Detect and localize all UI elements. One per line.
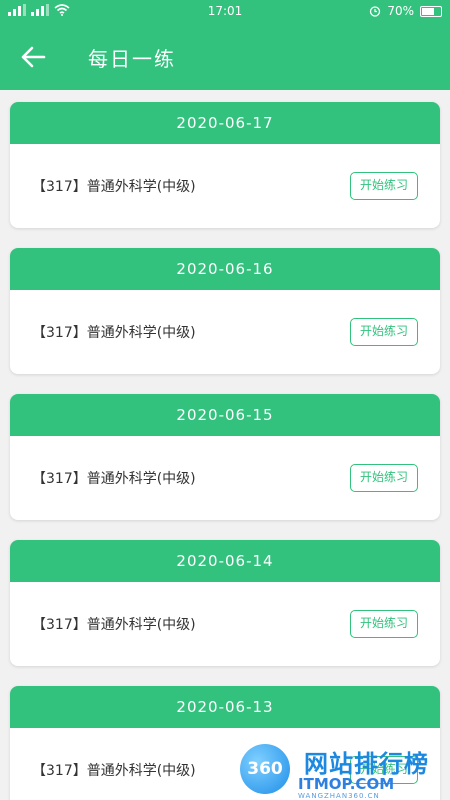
start-practice-button[interactable]: 开始练习 [350, 172, 418, 200]
card-date: 2020-06-16 [10, 248, 440, 290]
card-title: 【317】普通外科学(中级) [32, 617, 196, 633]
status-bar: 17:01 70% [0, 0, 450, 24]
watermark-sub: WANGZHAN360.CN [298, 792, 380, 800]
card-title: 【317】普通外科学(中级) [32, 179, 196, 195]
practice-card: 2020-06-14 【317】普通外科学(中级) 开始练习 [10, 540, 440, 666]
app-bar: 每日一练 [0, 24, 450, 90]
status-right: 70% [369, 4, 442, 18]
card-date: 2020-06-14 [10, 540, 440, 582]
page-title: 每日一练 [88, 47, 176, 71]
start-practice-button[interactable]: 开始练习 [350, 318, 418, 346]
card-title: 【317】普通外科学(中级) [32, 325, 196, 341]
practice-card: 2020-06-17 【317】普通外科学(中级) 开始练习 [10, 102, 440, 228]
start-practice-button[interactable]: 开始练习 [350, 464, 418, 492]
card-date: 2020-06-13 [10, 686, 440, 728]
watermark-name: 网站排行榜 [304, 750, 429, 778]
watermark-domain: ITMOP.COM [298, 775, 395, 793]
alarm-icon [370, 6, 381, 17]
watermark-360-icon: 360 [240, 744, 290, 794]
start-practice-button[interactable]: 开始练习 [350, 610, 418, 638]
practice-card: 2020-06-15 【317】普通外科学(中级) 开始练习 [10, 394, 440, 520]
watermark-logo: 360 网站排行榜 ITMOP.COM WANGZHAN360.CN [240, 742, 450, 800]
battery-icon [420, 5, 442, 17]
practice-card: 2020-06-16 【317】普通外科学(中级) 开始练习 [10, 248, 440, 374]
battery-percent: 70% [387, 4, 414, 18]
card-title: 【317】普通外科学(中级) [32, 763, 196, 779]
practice-list: 2020-06-17 【317】普通外科学(中级) 开始练习 2020-06-1… [0, 90, 450, 800]
card-date: 2020-06-15 [10, 394, 440, 436]
card-title: 【317】普通外科学(中级) [32, 471, 196, 487]
card-date: 2020-06-17 [10, 102, 440, 144]
arrow-left-icon[interactable] [18, 44, 48, 70]
